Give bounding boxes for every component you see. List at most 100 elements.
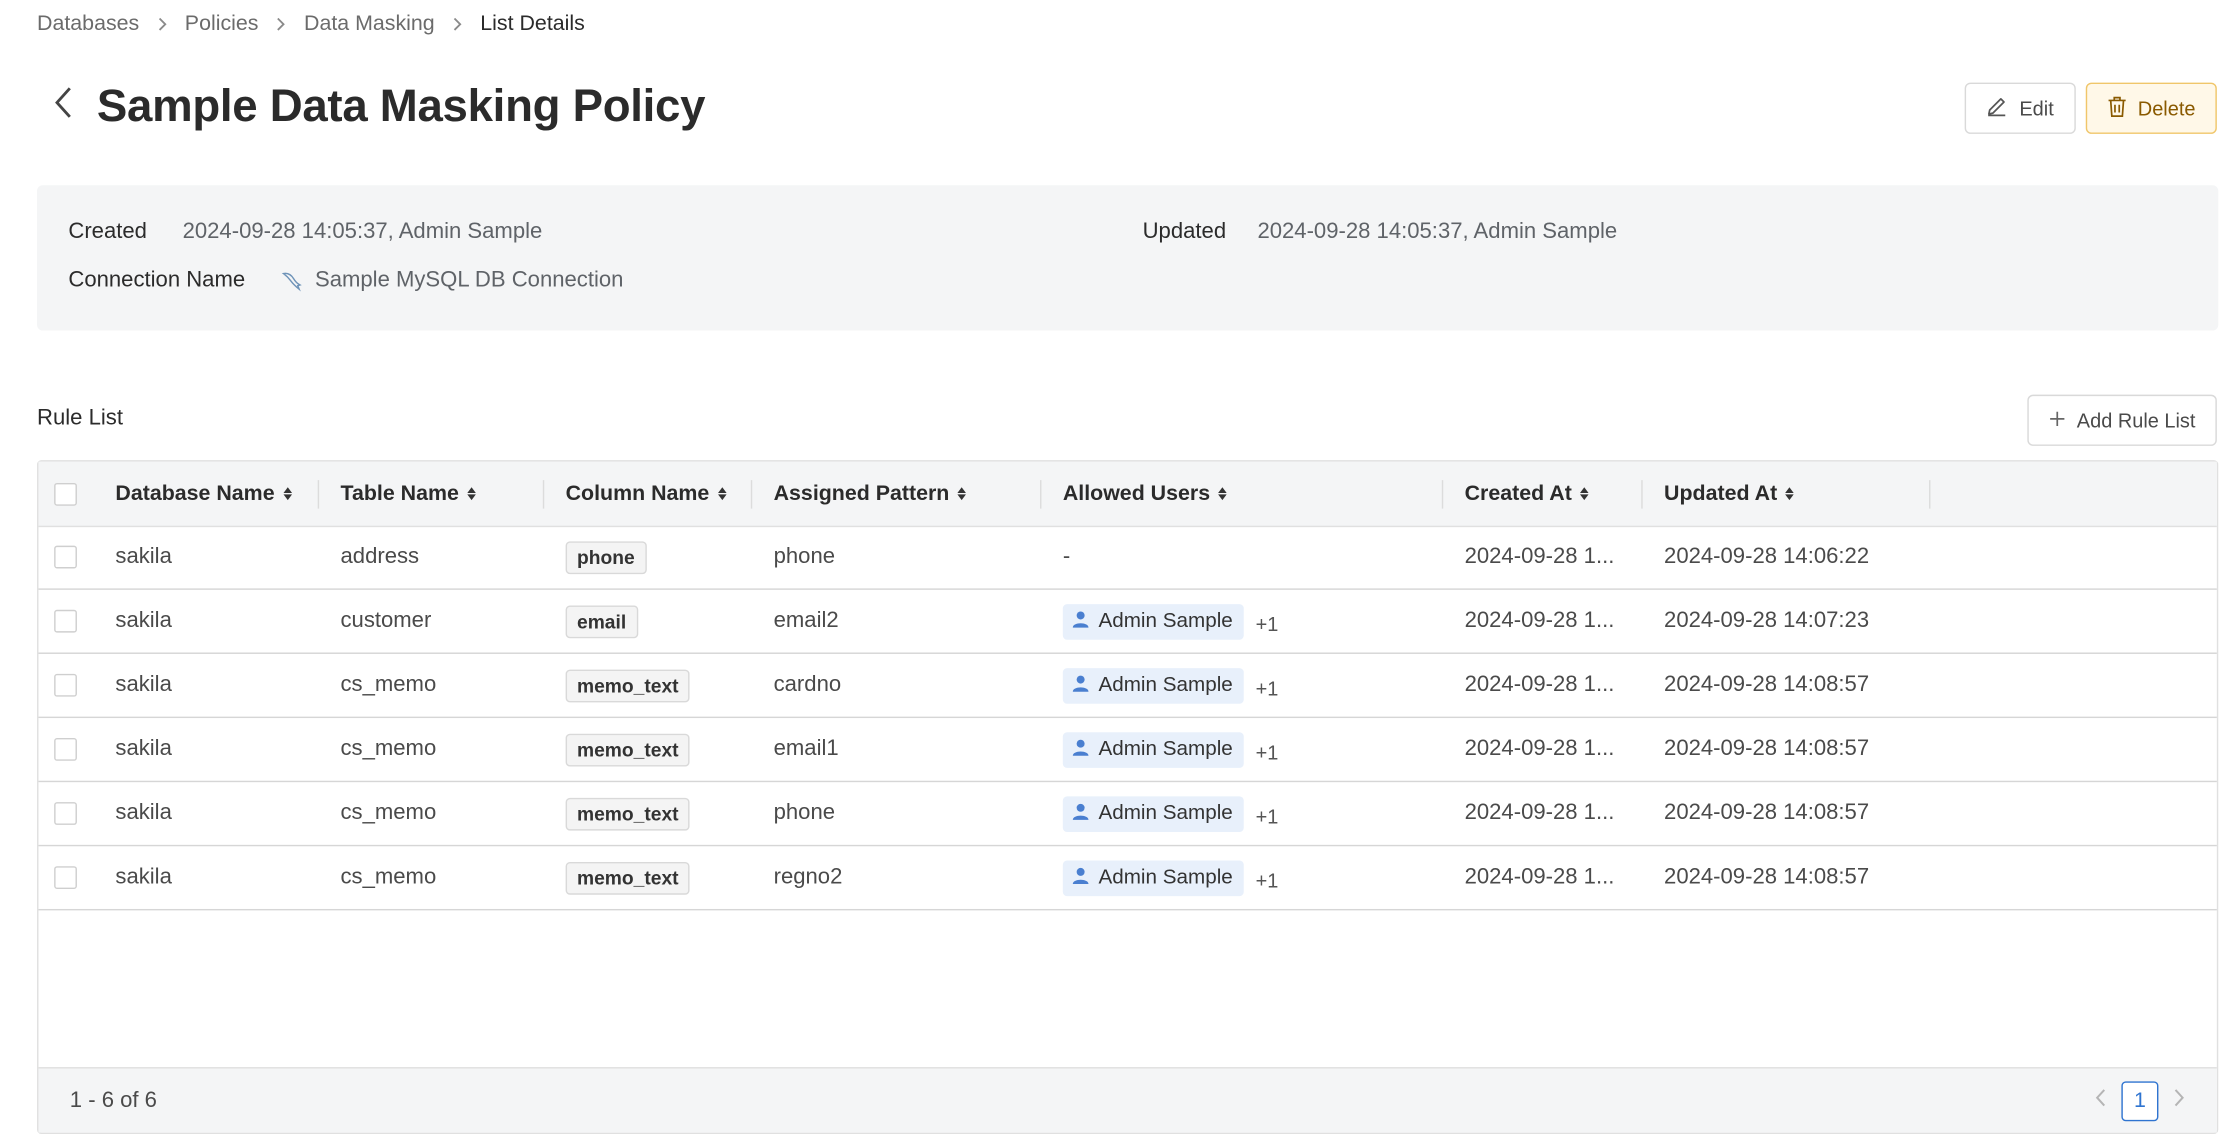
sort-icon (467, 487, 476, 501)
updated-at-cell: 2024-09-28 14:08:57 (1664, 864, 1870, 890)
updated-value: 2024-09-28 14:05:37, Admin Sample (1257, 219, 1618, 244)
table-row[interactable]: sakila cs_memo memo_text cardno Admin Sa… (38, 654, 2217, 719)
column-name-cell: memo_text (565, 782, 690, 845)
user-chip[interactable]: Admin Sample (1062, 795, 1245, 832)
row-select-cell (54, 526, 77, 589)
column-header-assigned-pattern[interactable]: Assigned Pattern (774, 462, 967, 526)
add-rule-list-label: Add Rule List (2076, 408, 2196, 432)
row-checkbox[interactable] (54, 866, 77, 890)
column-tag: memo_text (565, 861, 690, 894)
row-checkbox[interactable] (54, 802, 77, 825)
header-actions: Edit Delete (1965, 82, 2217, 134)
column-header-label: Table Name (340, 481, 459, 506)
column-divider (1040, 480, 1042, 509)
chevron-right-icon (452, 16, 463, 30)
table-footer: 1 - 6 of 6 1 (38, 1067, 2217, 1133)
column-divider (542, 480, 545, 509)
updated-at-cell: 2024-09-28 14:08:57 (1664, 800, 1870, 825)
allowed-users-cell: Admin Sample +1 (1062, 590, 1279, 653)
breadcrumb-policies[interactable]: Policies (185, 11, 259, 35)
table-row[interactable]: sakila cs_memo memo_text phone Admin Sam… (38, 782, 2217, 847)
table-row[interactable]: sakila cs_memo memo_text email1 Admin Sa… (38, 718, 2217, 783)
column-tag: memo_text (565, 668, 690, 702)
user-chip[interactable]: Admin Sample (1062, 731, 1245, 768)
column-name-cell: memo_text (565, 654, 690, 717)
add-rule-list-button[interactable]: Add Rule List (2026, 394, 2217, 446)
breadcrumb: Databases Policies Data Masking List Det… (37, 11, 585, 35)
user-chip-label: Admin Sample (1098, 737, 1233, 761)
row-checkbox[interactable] (54, 737, 77, 761)
updated-at-cell: 2024-09-28 14:06:22 (1664, 544, 1870, 569)
next-page-button[interactable] (2173, 1088, 2186, 1114)
row-select-cell (54, 654, 77, 717)
assigned-pattern-cell: phone (773, 800, 836, 825)
chevron-right-icon (276, 16, 287, 30)
chevron-right-icon (156, 16, 167, 30)
column-header-database-name[interactable]: Database Name (115, 462, 292, 526)
breadcrumb-data-masking[interactable]: Data Masking (304, 11, 435, 35)
more-users-count[interactable]: +1 (1256, 805, 1279, 828)
more-users-count[interactable]: +1 (1256, 869, 1279, 892)
delete-label: Delete (2137, 96, 2196, 120)
user-icon (1071, 866, 1090, 890)
page-title: Sample Data Masking Policy (96, 79, 706, 132)
edit-button[interactable]: Edit (1965, 82, 2076, 134)
row-checkbox[interactable] (54, 673, 77, 697)
column-divider (1929, 480, 1931, 509)
select-all-cell (54, 462, 77, 526)
database-name-cell: sakila (115, 544, 172, 569)
database-name-cell: sakila (115, 672, 172, 697)
column-divider (317, 480, 320, 509)
table-row[interactable]: sakila customer email email2 Admin Sampl… (38, 590, 2217, 654)
user-icon (1071, 801, 1090, 825)
column-header-updated-at[interactable]: Updated At (1664, 462, 1795, 526)
table-row[interactable]: sakila cs_memo memo_text regno2 Admin Sa… (38, 846, 2217, 911)
column-tag: phone (565, 540, 647, 574)
trash-icon (2106, 95, 2126, 122)
chevron-right-icon (2173, 1088, 2186, 1114)
delete-button[interactable]: Delete (2085, 82, 2217, 134)
database-name-cell: sakila (115, 736, 172, 761)
column-header-table-name[interactable]: Table Name (341, 462, 476, 526)
assigned-pattern-cell: email2 (773, 608, 839, 633)
record-count: 1 - 6 of 6 (69, 1087, 157, 1112)
row-checkbox[interactable] (54, 545, 77, 569)
more-users-count[interactable]: +1 (1256, 677, 1279, 700)
assigned-pattern-cell: email1 (773, 736, 839, 761)
table-name-cell: cs_memo (340, 736, 437, 761)
rule-list-title: Rule List (37, 406, 123, 431)
sort-icon (957, 487, 967, 501)
row-checkbox[interactable] (54, 609, 77, 633)
column-header-column-name[interactable]: Column Name (566, 462, 727, 526)
column-header-label: Database Name (115, 481, 275, 506)
more-users-count[interactable]: +1 (1256, 613, 1279, 636)
sort-icon (717, 487, 727, 501)
column-header-label: Column Name (565, 481, 710, 506)
updated-at-cell: 2024-09-28 14:07:23 (1664, 608, 1870, 633)
assigned-pattern-cell: regno2 (773, 864, 843, 890)
pagination: 1 (2094, 1069, 2185, 1133)
table-row[interactable]: sakila address phone phone - 2024-09-28 … (38, 526, 2217, 590)
select-all-checkbox[interactable] (54, 482, 77, 506)
rule-table: Database Name Table Name Column Name Ass… (37, 460, 2219, 1135)
page-number-button[interactable]: 1 (2121, 1080, 2159, 1121)
created-row: Created 2024-09-28 14:05:37, Admin Sampl… (68, 219, 542, 245)
table-header: Database Name Table Name Column Name Ass… (38, 461, 2217, 528)
prev-page-button[interactable] (2094, 1088, 2107, 1114)
more-users-count[interactable]: +1 (1256, 741, 1279, 764)
connection-row: Connection Name Sample MySQL DB Connecti… (68, 268, 623, 294)
back-button[interactable] (43, 82, 83, 130)
title-row: Sample Data Masking Policy (43, 80, 705, 133)
connection-value[interactable]: Sample MySQL DB Connection (315, 268, 623, 294)
column-name-cell: memo_text (565, 846, 690, 909)
breadcrumb-databases[interactable]: Databases (37, 11, 139, 35)
user-icon (1071, 609, 1090, 633)
user-chip[interactable]: Admin Sample (1062, 667, 1245, 704)
column-header-created-at[interactable]: Created At (1465, 462, 1589, 526)
table-name-cell: cs_memo (340, 864, 437, 890)
user-chip[interactable]: Admin Sample (1062, 859, 1245, 896)
created-at-cell: 2024-09-28 1... (1464, 608, 1615, 633)
user-chip[interactable]: Admin Sample (1062, 603, 1245, 639)
column-header-allowed-users[interactable]: Allowed Users (1063, 462, 1228, 526)
user-chip-label: Admin Sample (1098, 802, 1233, 825)
